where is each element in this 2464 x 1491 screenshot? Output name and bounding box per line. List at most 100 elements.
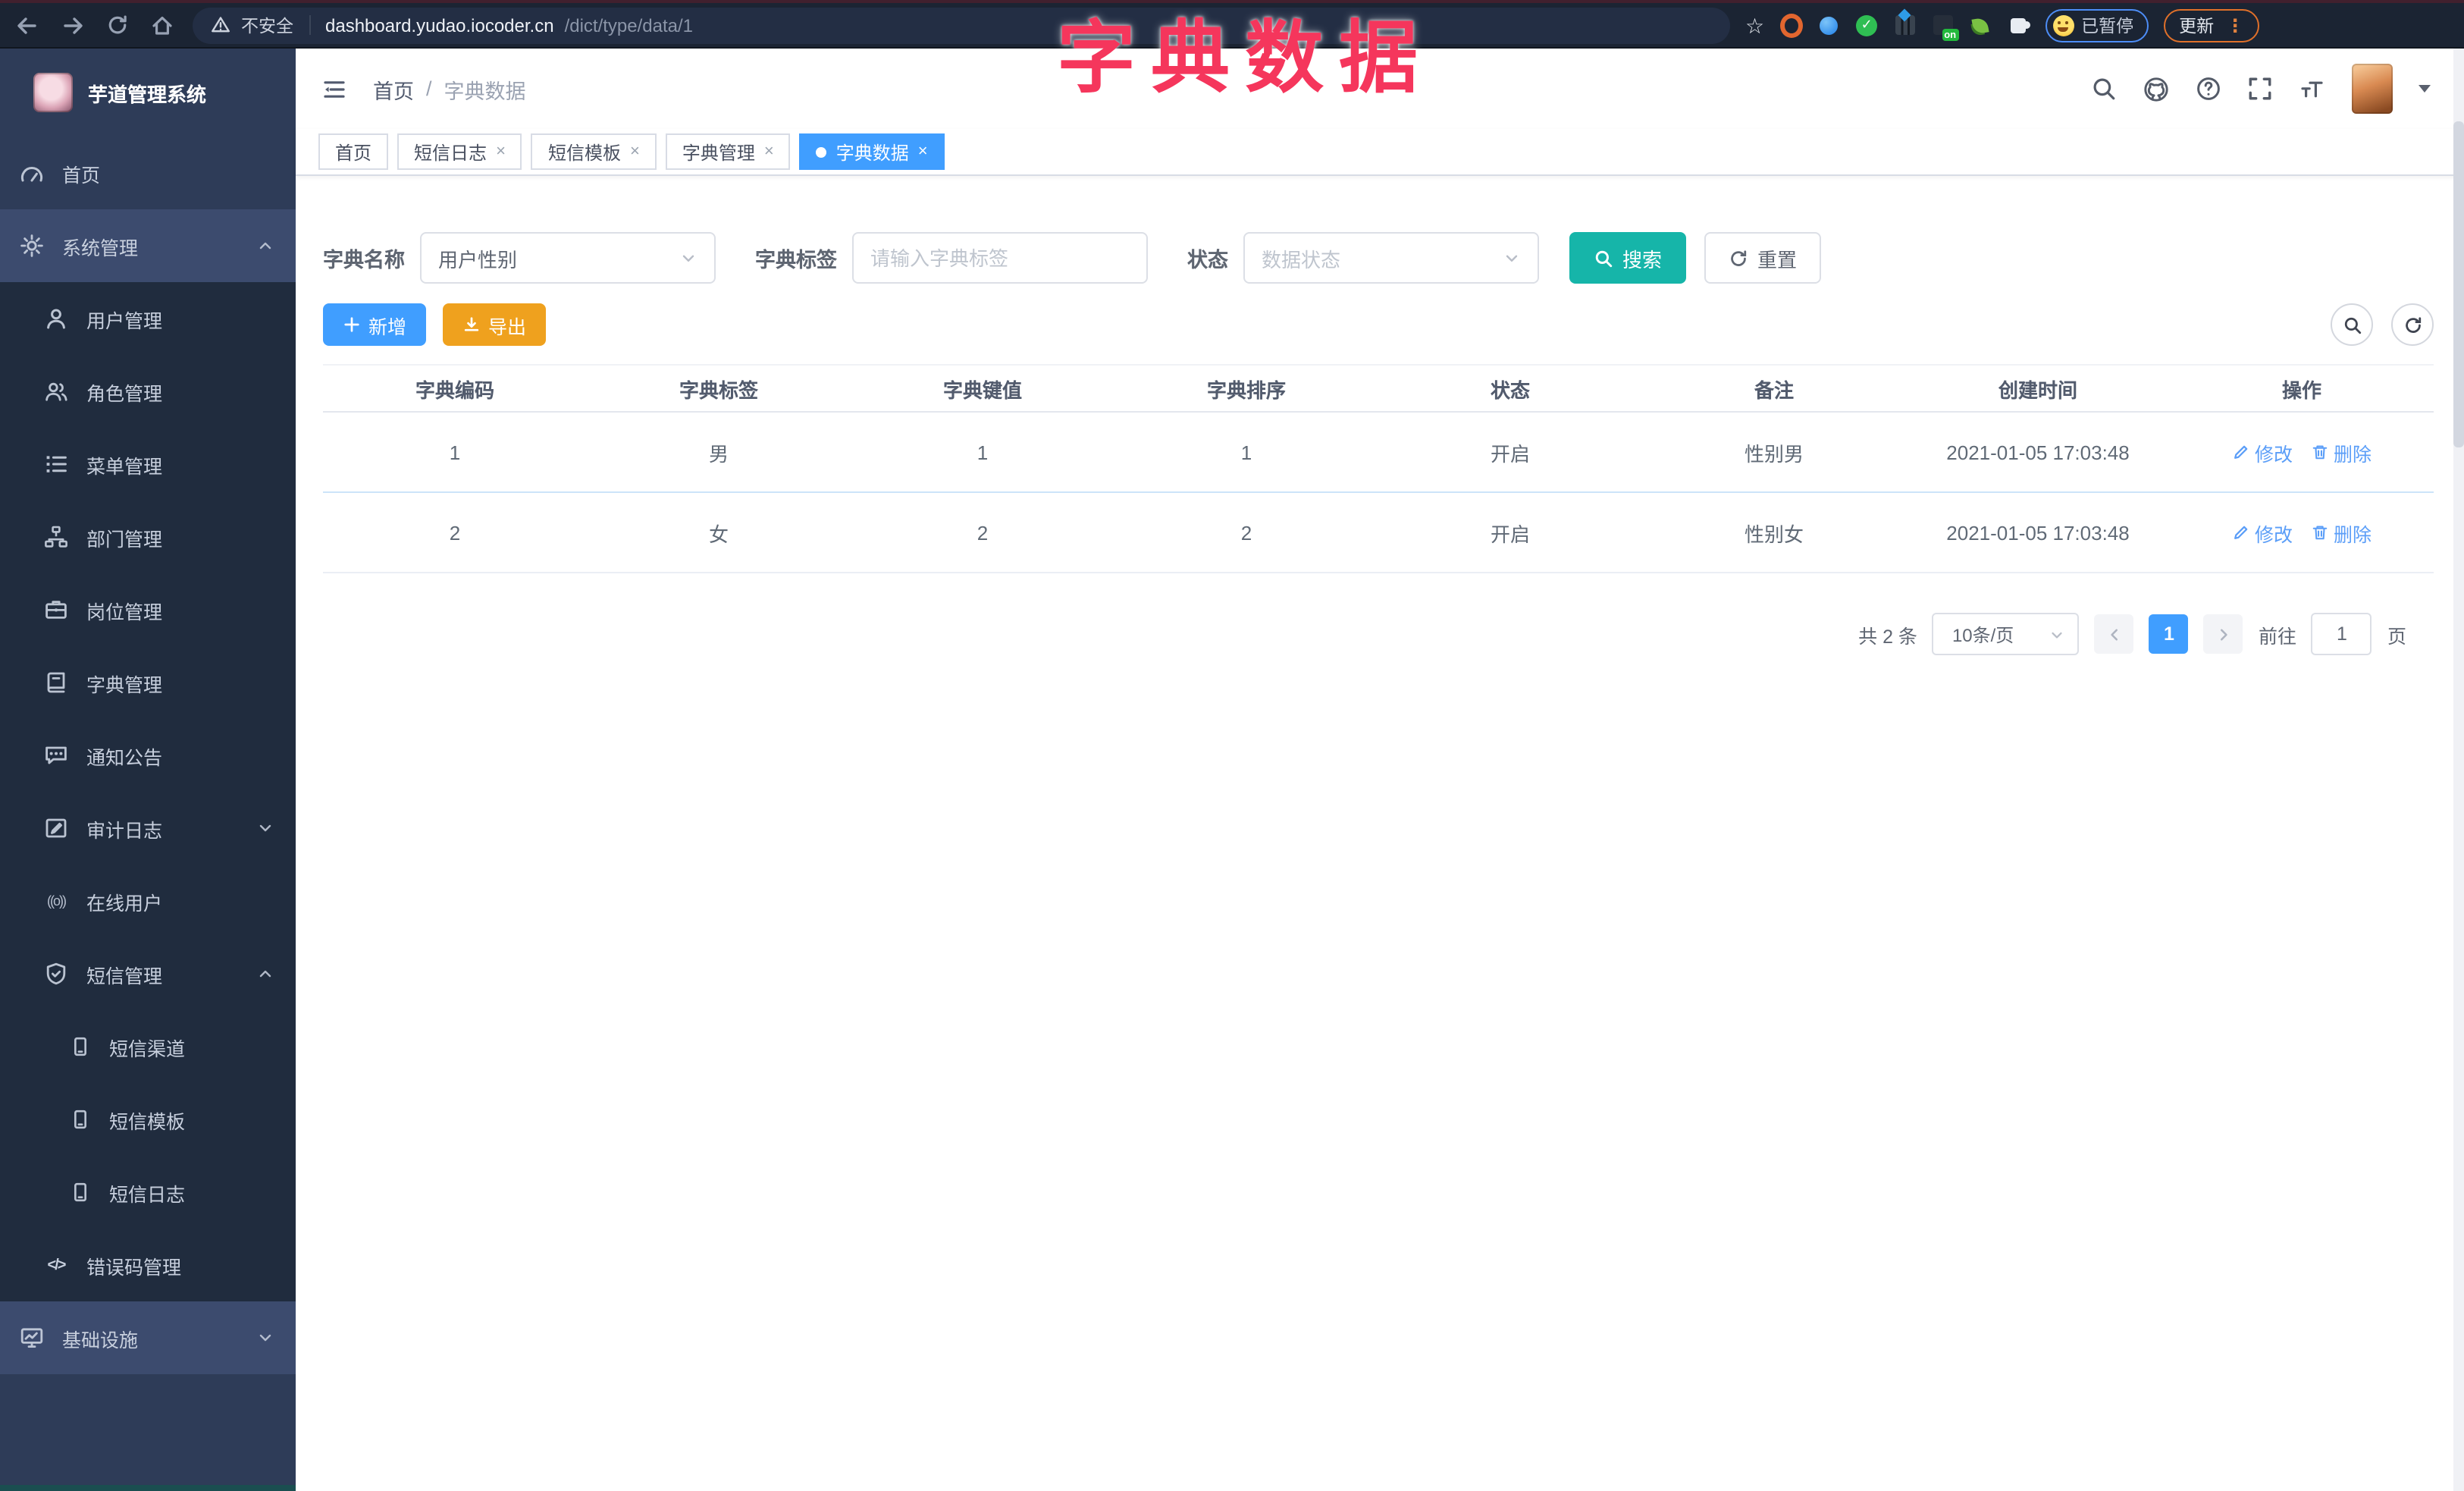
sidebar-item-home[interactable]: 首页 <box>0 137 296 209</box>
reload-icon[interactable] <box>106 14 129 36</box>
table-tools <box>2331 303 2434 346</box>
sidebar-item-sms-template[interactable]: 短信模板 <box>0 1083 296 1156</box>
help-icon[interactable] <box>2196 76 2221 102</box>
paused-extension-pill[interactable]: 已暂停 <box>2045 8 2149 42</box>
add-button[interactable]: 新增 <box>323 303 427 346</box>
extension-orange-ring-icon[interactable] <box>1779 13 1803 37</box>
status-select[interactable]: 数据状态 <box>1243 232 1539 284</box>
user-icon <box>47 309 65 329</box>
delete-link-label: 删除 <box>2334 444 2372 465</box>
goto-page-input[interactable] <box>2311 613 2372 655</box>
bookmark-star-icon[interactable]: ☆ <box>1745 14 1764 36</box>
search-button[interactable]: 搜索 <box>1569 232 1687 284</box>
delete-link[interactable]: 删除 <box>2311 438 2372 466</box>
sidebar-item-label: 用户管理 <box>86 310 163 331</box>
sidebar-item-role-management[interactable]: 角色管理 <box>0 355 296 428</box>
forward-icon[interactable] <box>61 13 85 37</box>
sidebar-item-post-management[interactable]: 岗位管理 <box>0 573 296 646</box>
users-icon <box>45 382 67 401</box>
reset-button[interactable]: 重置 <box>1704 232 1822 284</box>
sidebar-item-label: 基础设施 <box>62 1329 139 1351</box>
sidebar-item-label: 菜单管理 <box>86 456 163 477</box>
scrollbar-thumb[interactable] <box>2453 121 2464 447</box>
export-button[interactable]: 导出 <box>443 303 547 346</box>
dict-tag-input[interactable] <box>852 232 1148 284</box>
sidebar-item-department-management[interactable]: 部门管理 <box>0 501 296 573</box>
caret-down-icon[interactable] <box>2419 85 2431 93</box>
sidebar-item-label: 字典管理 <box>86 674 163 695</box>
tab-dict-management[interactable]: 字典管理 × <box>665 133 791 170</box>
address-bar[interactable]: 不安全 dashboard.yudao.iocoder.cn/dict/type… <box>193 7 1730 43</box>
url-path: /dict/type/data/1 <box>564 14 694 36</box>
chevron-right-icon <box>2220 628 2227 640</box>
edit-link[interactable]: 修改 <box>2232 518 2293 547</box>
url-domain: dashboard.yudao.iocoder.cn <box>325 14 554 36</box>
browser-nav <box>0 13 193 37</box>
dashboard-icon <box>20 167 43 182</box>
user-avatar[interactable] <box>2352 64 2393 114</box>
app-logo-row[interactable]: 芋道管理系统 <box>0 49 296 137</box>
extension-bars-diamond-icon[interactable] <box>1893 8 1916 36</box>
extension-blue-drop-icon[interactable] <box>1817 14 1840 36</box>
sidebar-item-menu-management[interactable]: 菜单管理 <box>0 428 296 501</box>
tab-sms-log[interactable]: 短信日志 × <box>397 133 522 170</box>
fullscreen-icon[interactable] <box>2247 76 2273 102</box>
page-size-value: 10条/页 <box>1951 624 2014 645</box>
page-size-select[interactable]: 10条/页 <box>1932 613 2080 655</box>
window-scrollbar[interactable] <box>2453 49 2464 1491</box>
close-icon[interactable]: × <box>630 143 640 160</box>
browser-menu-kebab-icon[interactable]: ⋮ <box>2226 16 2244 34</box>
prev-page-button[interactable] <box>2094 614 2134 654</box>
edit-link-label: 修改 <box>2254 444 2293 465</box>
search-button-label: 搜索 <box>1622 248 1663 271</box>
tab-dict-data[interactable]: 字典数据 × <box>799 133 945 170</box>
sidebar-item-sms-management[interactable]: 短信管理 <box>0 937 296 1010</box>
github-icon[interactable] <box>2143 75 2170 102</box>
extension-leaf-icon[interactable] <box>1969 14 1992 36</box>
home-icon[interactable] <box>150 13 174 37</box>
next-page-button[interactable] <box>2203 614 2243 654</box>
sidebar-item-online-users[interactable]: ((o)) 在线用户 <box>0 865 296 937</box>
sidebar-item-user-management[interactable]: 用户管理 <box>0 282 296 355</box>
sidebar-item-notice[interactable]: 通知公告 <box>0 719 296 792</box>
cell-dict-sort: 2 <box>1114 492 1378 573</box>
edit-link[interactable]: 修改 <box>2232 438 2293 466</box>
dict-name-select[interactable]: 用户性别 <box>420 232 716 284</box>
status-placeholder: 数据状态 <box>1262 248 1341 271</box>
column-header: 操作 <box>2170 365 2434 413</box>
delete-link[interactable]: 删除 <box>2311 518 2372 547</box>
table-toolbar: 新增 导出 <box>323 303 2434 346</box>
back-icon[interactable] <box>15 13 39 37</box>
extension-green-check-icon[interactable]: ✓ <box>1855 14 1878 36</box>
refresh-table-button[interactable] <box>2391 303 2434 346</box>
search-icon[interactable] <box>2091 76 2117 102</box>
font-size-icon[interactable] <box>2299 77 2326 101</box>
tab-sms-template[interactable]: 短信模板 × <box>531 133 657 170</box>
extension-on-badge-icon[interactable]: on <box>1931 14 1959 41</box>
search-icon <box>1595 250 1613 267</box>
sidebar-item-error-code[interactable]: </> 错误码管理 <box>0 1229 296 1301</box>
browser-update-pill[interactable]: 更新 ⋮ <box>2164 8 2260 42</box>
breadcrumb-home[interactable]: 首页 <box>373 74 414 104</box>
fold-sidebar-icon[interactable] <box>321 77 347 101</box>
sidebar-item-sms-channel[interactable]: 短信渠道 <box>0 1010 296 1083</box>
sidebar-item-infrastructure[interactable]: 基础设施 <box>0 1301 296 1374</box>
current-page[interactable]: 1 <box>2149 614 2189 654</box>
extension-puzzle-icon[interactable] <box>2007 14 2031 36</box>
sidebar-item-dict-management[interactable]: 字典管理 <box>0 646 296 719</box>
close-icon[interactable]: × <box>918 143 928 160</box>
search-icon <box>2343 316 2361 334</box>
sidebar: 芋道管理系统 首页 系统管理 用户管理 角色管理 菜单管理 部门管理 岗位管理 … <box>0 49 296 1491</box>
close-icon[interactable]: × <box>764 143 774 160</box>
goto-label: 前往 <box>2258 626 2296 647</box>
sidebar-item-label: 系统管理 <box>62 237 139 259</box>
sidebar-item-audit-log[interactable]: 审计日志 <box>0 792 296 865</box>
toggle-search-button[interactable] <box>2331 303 2373 346</box>
close-icon[interactable]: × <box>496 143 506 160</box>
sidebar-item-sms-log[interactable]: 短信日志 <box>0 1156 296 1229</box>
sidebar-item-system-management[interactable]: 系统管理 <box>0 209 296 282</box>
tab-home[interactable]: 首页 <box>318 133 389 170</box>
delete-link-label: 删除 <box>2334 524 2372 545</box>
column-header: 字典标签 <box>587 365 851 413</box>
tab-bar: 首页 短信日志 × 短信模板 × 字典管理 × 字典数据 × <box>296 129 2464 176</box>
